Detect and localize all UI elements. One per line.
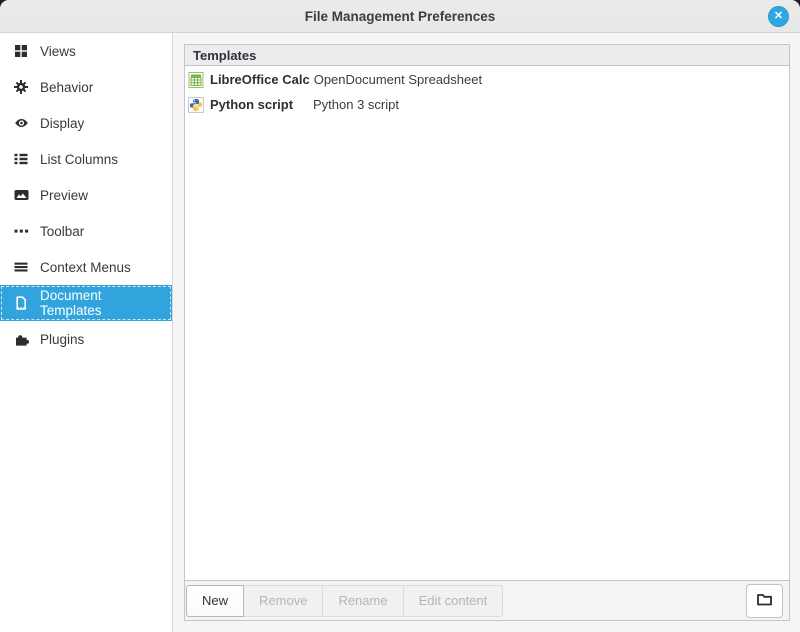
preferences-window: File Management Preferences ✕ Views Behav…	[0, 0, 800, 632]
new-button[interactable]: New	[186, 585, 244, 617]
templates-header-label: Templates	[193, 48, 256, 63]
template-actions-group: NewRemoveRenameEdit content	[186, 585, 503, 617]
sidebar-item-views[interactable]: Views	[0, 33, 172, 69]
rename-button: Rename	[322, 585, 403, 617]
sidebar-item-label: Display	[40, 116, 84, 131]
titlebar: File Management Preferences ✕	[0, 0, 800, 33]
sidebar-item-document-templates[interactable]: Document Templates	[0, 285, 172, 321]
template-name: Python script	[210, 97, 313, 112]
sidebar-item-context-menus[interactable]: Context Menus	[0, 249, 172, 285]
open-templates-folder-button[interactable]	[746, 584, 783, 618]
grid-icon	[13, 43, 29, 59]
menu-icon	[13, 259, 29, 275]
sidebar-item-label: List Columns	[40, 152, 118, 167]
sidebar-item-list-columns[interactable]: List Columns	[0, 141, 172, 177]
template-row[interactable]: Python scriptPython 3 script	[185, 92, 789, 117]
sidebar-item-behavior[interactable]: Behavior	[0, 69, 172, 105]
libreoffice-calc-icon	[188, 72, 204, 88]
folder-icon	[756, 592, 773, 610]
close-icon: ✕	[774, 11, 783, 22]
templates-header: Templates	[185, 45, 789, 66]
template-list: LibreOffice CalcOpenDocument Spreadsheet…	[185, 66, 789, 580]
templates-panel: Templates LibreOffice CalcOpenDocument S…	[184, 44, 790, 621]
template-row[interactable]: LibreOffice CalcOpenDocument Spreadsheet	[185, 67, 789, 92]
eye-icon	[13, 115, 29, 131]
sidebar-item-label: Preview	[40, 188, 88, 203]
python-icon	[188, 97, 204, 113]
window-title: File Management Preferences	[305, 9, 496, 24]
sidebar-item-toolbar[interactable]: Toolbar	[0, 213, 172, 249]
template-description: Python 3 script	[313, 97, 399, 112]
sidebar-item-label: Toolbar	[40, 224, 84, 239]
dots-icon	[13, 223, 29, 239]
sidebar-item-display[interactable]: Display	[0, 105, 172, 141]
templates-toolbar: NewRemoveRenameEdit content	[185, 580, 789, 620]
sidebar-item-label: Behavior	[40, 80, 93, 95]
list-icon	[13, 151, 29, 167]
sidebar-item-plugins[interactable]: Plugins	[0, 321, 172, 357]
gear-icon	[13, 79, 29, 95]
template-name: LibreOffice Calc	[210, 72, 314, 87]
content-area: Templates LibreOffice CalcOpenDocument S…	[173, 33, 800, 632]
template-description: OpenDocument Spreadsheet	[314, 72, 482, 87]
sidebar-item-label: Plugins	[40, 332, 84, 347]
puzzle-icon	[13, 331, 29, 347]
window-body: Views Behavior Display List Columns Preview T…	[0, 33, 800, 632]
sidebar-item-preview[interactable]: Preview	[0, 177, 172, 213]
close-button[interactable]: ✕	[768, 6, 789, 27]
remove-button: Remove	[243, 585, 323, 617]
sidebar-item-label: Views	[40, 44, 76, 59]
sidebar: Views Behavior Display List Columns Preview T…	[0, 33, 173, 632]
document-icon	[13, 295, 29, 311]
edit-content-button: Edit content	[403, 585, 504, 617]
sidebar-item-label: Context Menus	[40, 260, 131, 275]
sidebar-item-label: Document Templates	[40, 288, 164, 318]
image-icon	[13, 187, 29, 203]
